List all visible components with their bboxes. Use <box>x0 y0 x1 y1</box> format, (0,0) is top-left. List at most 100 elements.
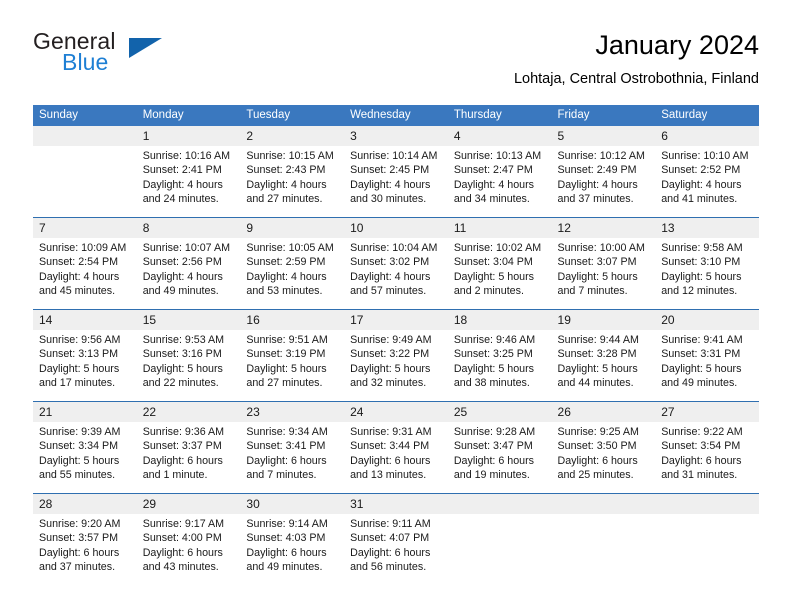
sunset-time: Sunset: 2:47 PM <box>453 164 533 177</box>
day-number: 27 <box>655 402 759 422</box>
day-info: Sunrise: 9:44 AM Sunset: 3:28 PM Daylight:… <box>552 330 656 401</box>
day-info: Sunrise: 9:20 AM Sunset: 3:57 PM Daylight:… <box>33 514 137 585</box>
sunset-time: Sunset: 4:03 PM <box>246 532 326 545</box>
day-number <box>447 494 552 514</box>
day-number: 15 <box>136 310 241 330</box>
day-cell[interactable]: 2 Sunrise: 10:15 AM Sunset: 2:43 PM Dayligh… <box>240 126 345 218</box>
daylight-line-1: Daylight: 5 hours <box>453 270 535 283</box>
day-cell[interactable]: 14 Sunrise: 9:56 AM Sunset: 3:13 PM Dayligh… <box>33 309 137 402</box>
weekday-header-wednesday: Wednesday <box>344 105 448 126</box>
sunrise-time: Sunrise: 9:36 AM <box>142 426 225 438</box>
day-cell-empty <box>33 126 137 218</box>
day-cell[interactable]: 16 Sunrise: 9:51 AM Sunset: 3:19 PM Dayligh… <box>240 309 345 402</box>
day-cell-empty <box>551 493 656 585</box>
daylight-line-2: and 31 minutes. <box>661 468 738 481</box>
calendar-week-row: 28 Sunrise: 9:20 AM Sunset: 3:57 PM Dayligh… <box>33 493 759 585</box>
daylight-line-2: and 27 minutes. <box>246 192 323 205</box>
day-cell[interactable]: 25 Sunrise: 9:28 AM Sunset: 3:47 PM Dayligh… <box>447 401 552 494</box>
day-info: Sunrise: 9:25 AM Sunset: 3:50 PM Daylight:… <box>552 422 656 493</box>
daylight-line-2: and 13 minutes. <box>350 468 427 481</box>
day-cell[interactable]: 29 Sunrise: 9:17 AM Sunset: 4:00 PM Dayligh… <box>136 493 241 585</box>
day-cell[interactable]: 3 Sunrise: 10:14 AM Sunset: 2:45 PM Dayligh… <box>344 126 448 218</box>
day-cell[interactable]: 1 Sunrise: 10:16 AM Sunset: 2:41 PM Dayligh… <box>136 126 241 218</box>
sunrise-time: Sunrise: 10:09 AM <box>39 242 127 254</box>
daylight-line-1: Daylight: 5 hours <box>661 362 742 375</box>
day-cell[interactable]: 21 Sunrise: 9:39 AM Sunset: 3:34 PM Dayligh… <box>33 401 137 494</box>
day-number: 7 <box>33 218 137 238</box>
day-cell[interactable]: 28 Sunrise: 9:20 AM Sunset: 3:57 PM Dayligh… <box>33 493 137 585</box>
calendar-week-row: 21 Sunrise: 9:39 AM Sunset: 3:34 PM Dayligh… <box>33 401 759 494</box>
day-cell[interactable]: 13 Sunrise: 9:58 AM Sunset: 3:10 PM Dayligh… <box>655 217 759 310</box>
sunrise-time: Sunrise: 9:39 AM <box>39 426 121 438</box>
sunset-time: Sunset: 2:59 PM <box>246 256 326 269</box>
day-number: 13 <box>655 218 759 238</box>
day-info: Sunrise: 9:14 AM Sunset: 4:03 PM Daylight:… <box>240 514 344 585</box>
day-cell[interactable]: 26 Sunrise: 9:25 AM Sunset: 3:50 PM Dayligh… <box>551 401 656 494</box>
sunrise-time: Sunrise: 9:20 AM <box>39 518 121 530</box>
day-cell[interactable]: 31 Sunrise: 9:11 AM Sunset: 4:07 PM Dayligh… <box>344 493 448 585</box>
sunset-time: Sunset: 3:37 PM <box>142 440 222 453</box>
day-number: 4 <box>447 126 552 146</box>
calendar-page: General Blue January 2024 Lohtaja, Centr… <box>0 0 792 612</box>
day-cell[interactable]: 30 Sunrise: 9:14 AM Sunset: 4:03 PM Dayligh… <box>240 493 345 585</box>
daylight-line-1: Daylight: 5 hours <box>557 270 638 283</box>
day-cell[interactable]: 9 Sunrise: 10:05 AM Sunset: 2:59 PM Dayligh… <box>240 217 345 310</box>
day-info: Sunrise: 10:12 AM Sunset: 2:49 PM Daylight… <box>552 146 656 217</box>
day-cell[interactable]: 27 Sunrise: 9:22 AM Sunset: 3:54 PM Dayligh… <box>655 401 759 494</box>
day-cell[interactable]: 5 Sunrise: 10:12 AM Sunset: 2:49 PM Dayligh… <box>551 126 656 218</box>
day-cell[interactable]: 6 Sunrise: 10:10 AM Sunset: 2:52 PM Dayligh… <box>655 126 759 218</box>
day-info: Sunrise: 9:49 AM Sunset: 3:22 PM Daylight:… <box>344 330 448 401</box>
day-cell[interactable]: 19 Sunrise: 9:44 AM Sunset: 3:28 PM Dayligh… <box>551 309 656 402</box>
day-number: 12 <box>551 218 656 238</box>
day-number: 19 <box>551 310 656 330</box>
daylight-line-1: Daylight: 6 hours <box>142 546 223 559</box>
sunrise-time: Sunrise: 9:28 AM <box>453 426 536 438</box>
daylight-line-2: and 7 minutes. <box>557 284 628 297</box>
day-cell[interactable]: 18 Sunrise: 9:46 AM Sunset: 3:25 PM Dayligh… <box>447 309 552 402</box>
daylight-line-2: and 32 minutes. <box>350 376 427 389</box>
day-number: 23 <box>240 402 345 422</box>
day-cell[interactable]: 8 Sunrise: 10:07 AM Sunset: 2:56 PM Dayligh… <box>136 217 241 310</box>
weekday-header-thursday: Thursday <box>447 105 552 126</box>
daylight-line-1: Daylight: 5 hours <box>246 362 327 375</box>
daylight-line-1: Daylight: 4 hours <box>39 270 120 283</box>
sunrise-time: Sunrise: 9:49 AM <box>350 334 432 346</box>
day-info: Sunrise: 9:41 AM Sunset: 3:31 PM Daylight:… <box>655 330 759 401</box>
daylight-line-2: and 1 minute. <box>142 468 208 481</box>
day-cell[interactable]: 24 Sunrise: 9:31 AM Sunset: 3:44 PM Dayligh… <box>344 401 448 494</box>
day-info: Sunrise: 10:04 AM Sunset: 3:02 PM Daylight… <box>344 238 448 309</box>
daylight-line-1: Daylight: 6 hours <box>39 546 120 559</box>
day-number: 28 <box>33 494 137 514</box>
sunset-time: Sunset: 2:45 PM <box>350 164 430 177</box>
day-cell[interactable]: 23 Sunrise: 9:34 AM Sunset: 3:41 PM Dayligh… <box>240 401 345 494</box>
weekday-header-monday: Monday <box>136 105 241 126</box>
day-cell[interactable]: 11 Sunrise: 10:02 AM Sunset: 3:04 PM Daylig… <box>447 217 552 310</box>
day-number: 5 <box>551 126 656 146</box>
day-cell-empty <box>447 493 552 585</box>
sunrise-time: Sunrise: 9:53 AM <box>142 334 225 346</box>
day-info: Sunrise: 10:00 AM Sunset: 3:07 PM Daylight… <box>552 238 656 309</box>
sunset-time: Sunset: 3:57 PM <box>39 532 119 545</box>
sunrise-time: Sunrise: 10:02 AM <box>453 242 542 254</box>
weekday-header-tuesday: Tuesday <box>240 105 345 126</box>
day-cell[interactable]: 22 Sunrise: 9:36 AM Sunset: 3:37 PM Dayligh… <box>136 401 241 494</box>
daylight-line-1: Daylight: 4 hours <box>350 270 431 283</box>
day-cell[interactable]: 12 Sunrise: 10:00 AM Sunset: 3:07 PM Daylig… <box>551 217 656 310</box>
sunrise-time: Sunrise: 9:17 AM <box>142 518 225 530</box>
daylight-line-1: Daylight: 5 hours <box>453 362 535 375</box>
daylight-line-1: Daylight: 4 hours <box>661 178 742 191</box>
day-number: 18 <box>447 310 552 330</box>
daylight-line-2: and 45 minutes. <box>39 284 116 297</box>
sunrise-time: Sunrise: 9:41 AM <box>661 334 743 346</box>
day-cell[interactable]: 15 Sunrise: 9:53 AM Sunset: 3:16 PM Dayligh… <box>136 309 241 402</box>
day-cell[interactable]: 7 Sunrise: 10:09 AM Sunset: 2:54 PM Dayligh… <box>33 217 137 310</box>
day-cell[interactable]: 4 Sunrise: 10:13 AM Sunset: 2:47 PM Dayligh… <box>447 126 552 218</box>
day-cell[interactable]: 17 Sunrise: 9:49 AM Sunset: 3:22 PM Dayligh… <box>344 309 448 402</box>
sunrise-time: Sunrise: 10:16 AM <box>142 150 231 162</box>
day-cell[interactable]: 10 Sunrise: 10:04 AM Sunset: 3:02 PM Daylig… <box>344 217 448 310</box>
day-info: Sunrise: 9:53 AM Sunset: 3:16 PM Daylight:… <box>137 330 241 401</box>
day-info: Sunrise: 9:22 AM Sunset: 3:54 PM Daylight:… <box>655 422 759 493</box>
daylight-line-2: and 49 minutes. <box>142 284 219 297</box>
day-cell[interactable]: 20 Sunrise: 9:41 AM Sunset: 3:31 PM Dayligh… <box>655 309 759 402</box>
sunrise-time: Sunrise: 9:31 AM <box>350 426 432 438</box>
